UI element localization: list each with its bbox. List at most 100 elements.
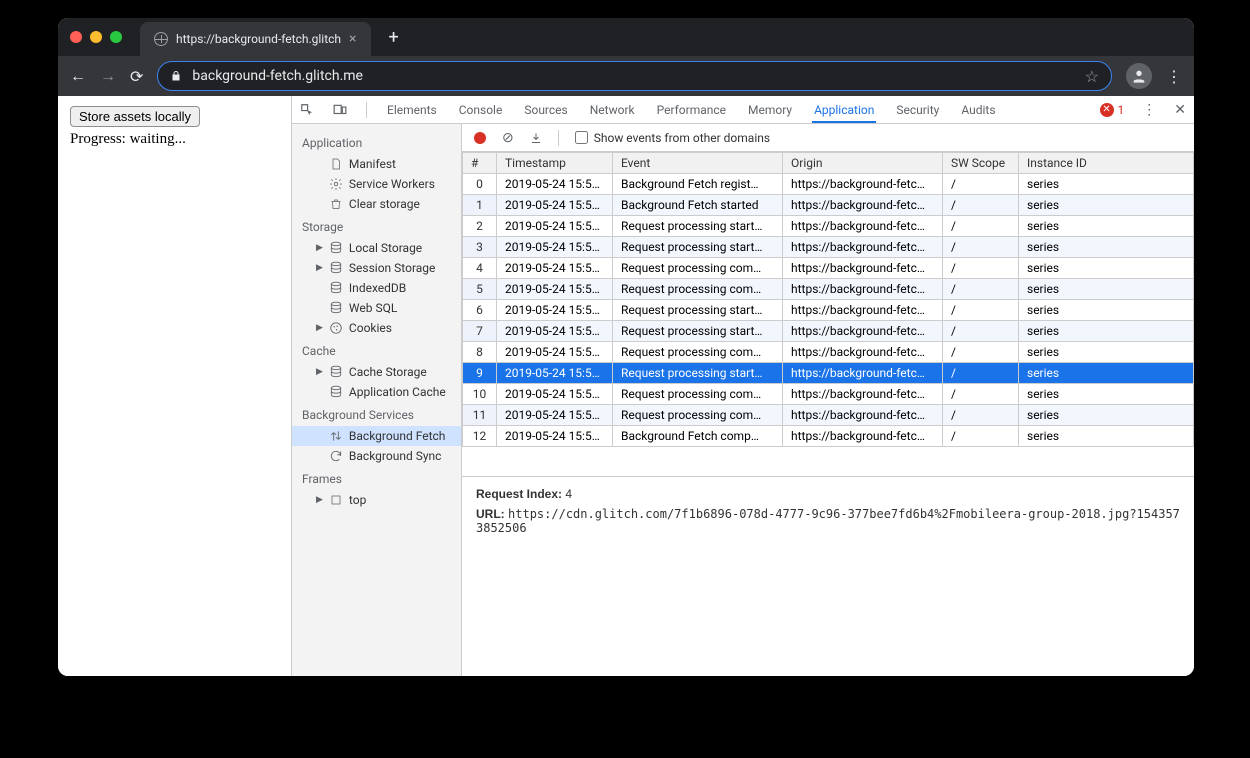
sidebar-item-top[interactable]: ▶top bbox=[292, 490, 461, 510]
url-label: URL: bbox=[476, 507, 505, 521]
devtools-tab-network[interactable]: Network bbox=[588, 97, 637, 123]
col-timestamp[interactable]: Timestamp bbox=[497, 153, 613, 174]
chevron-right-icon: ▶ bbox=[316, 495, 323, 505]
event-row[interactable]: 32019-05-24 15:5…Request processing star… bbox=[463, 237, 1194, 258]
error-badge[interactable]: ✕ 1 bbox=[1100, 103, 1125, 117]
error-icon: ✕ bbox=[1100, 103, 1114, 117]
globe-icon bbox=[154, 32, 168, 46]
sidebar-item-indexeddb[interactable]: ▶IndexedDB bbox=[292, 278, 461, 298]
forward-button[interactable]: → bbox=[100, 66, 116, 86]
db-icon bbox=[329, 365, 343, 379]
url-value: https://cdn.glitch.com/7f1b6896-078d-477… bbox=[476, 507, 1180, 535]
event-row[interactable]: 72019-05-24 15:5…Request processing star… bbox=[463, 321, 1194, 342]
devtools-tab-sources[interactable]: Sources bbox=[522, 97, 569, 123]
browser-tab[interactable]: https://background-fetch.glitch × bbox=[140, 22, 371, 56]
clear-button[interactable]: ⊘ bbox=[502, 130, 514, 146]
event-row[interactable]: 112019-05-24 15:5…Request processing com… bbox=[463, 405, 1194, 426]
frame-icon bbox=[329, 493, 343, 507]
sidebar-item-web-sql[interactable]: ▶Web SQL bbox=[292, 298, 461, 318]
sidebar-item-background-fetch[interactable]: ▶Background Fetch bbox=[292, 426, 461, 446]
record-button[interactable] bbox=[474, 132, 486, 144]
progress-text: Progress: waiting... bbox=[70, 131, 279, 148]
event-row[interactable]: 92019-05-24 15:5…Request processing star… bbox=[463, 363, 1194, 384]
event-row[interactable]: 02019-05-24 15:5…Background Fetch regist… bbox=[463, 174, 1194, 195]
store-assets-button[interactable]: Store assets locally bbox=[70, 106, 200, 127]
minimize-window-button[interactable] bbox=[90, 31, 102, 43]
bookmark-star-icon[interactable]: ☆ bbox=[1085, 67, 1099, 86]
event-row[interactable]: 122019-05-24 15:5…Background Fetch comp…… bbox=[463, 426, 1194, 447]
window-titlebar: https://background-fetch.glitch × + bbox=[58, 18, 1194, 56]
new-tab-button[interactable]: + bbox=[379, 27, 409, 48]
sidebar-item-background-sync[interactable]: ▶Background Sync bbox=[292, 446, 461, 466]
sidebar-item-local-storage[interactable]: ▶Local Storage bbox=[292, 238, 461, 258]
back-button[interactable]: ← bbox=[70, 66, 86, 86]
devtools-body: Application▶Manifest▶Service Workers▶Cle… bbox=[292, 124, 1194, 676]
sidebar-item-manifest[interactable]: ▶Manifest bbox=[292, 154, 461, 174]
gear-icon bbox=[329, 177, 343, 191]
db-icon bbox=[329, 385, 343, 399]
request-index-value: 4 bbox=[565, 487, 572, 501]
col-event[interactable]: Event bbox=[613, 153, 783, 174]
reload-button[interactable]: ⟳ bbox=[130, 67, 143, 86]
col--[interactable]: # bbox=[463, 153, 497, 174]
cookie-icon bbox=[329, 321, 343, 335]
col-sw-scope[interactable]: SW Scope bbox=[943, 153, 1019, 174]
device-toolbar-icon[interactable] bbox=[332, 103, 348, 117]
devtools-close-icon[interactable]: ✕ bbox=[1174, 102, 1186, 118]
browser-menu-icon[interactable]: ⋮ bbox=[1166, 67, 1182, 86]
close-window-button[interactable] bbox=[70, 31, 82, 43]
page-viewport: Store assets locally Progress: waiting..… bbox=[58, 96, 292, 676]
events-table: #TimestampEventOriginSW ScopeInstance ID… bbox=[462, 152, 1194, 447]
devtools-tab-performance[interactable]: Performance bbox=[655, 97, 728, 123]
event-row[interactable]: 42019-05-24 15:5…Request processing com…… bbox=[463, 258, 1194, 279]
devtools-panel: Elements Console Sources Network Performance… bbox=[292, 96, 1194, 676]
file-icon bbox=[329, 157, 343, 171]
db-icon bbox=[329, 281, 343, 295]
sidebar-item-clear-storage[interactable]: ▶Clear storage bbox=[292, 194, 461, 214]
event-row[interactable]: 22019-05-24 15:5…Request processing star… bbox=[463, 216, 1194, 237]
devtools-tabstrip: Elements Console Sources Network Performance… bbox=[292, 96, 1194, 124]
event-row[interactable]: 62019-05-24 15:5…Request processing star… bbox=[463, 300, 1194, 321]
lock-icon bbox=[170, 70, 182, 82]
save-button[interactable] bbox=[530, 132, 542, 144]
window-controls bbox=[70, 31, 122, 43]
profile-avatar[interactable] bbox=[1126, 63, 1152, 89]
sidebar-item-cache-storage[interactable]: ▶Cache Storage bbox=[292, 362, 461, 382]
toolbar-row: ← → ⟳ background-fetch.glitch.me ☆ ⋮ bbox=[58, 56, 1194, 96]
chevron-right-icon: ▶ bbox=[316, 323, 323, 333]
close-tab-icon[interactable]: × bbox=[349, 31, 356, 47]
updown-icon bbox=[329, 429, 343, 443]
col-instance-id[interactable]: Instance ID bbox=[1019, 153, 1194, 174]
sidebar-section-frames: Frames bbox=[292, 466, 461, 490]
maximize-window-button[interactable] bbox=[110, 31, 122, 43]
event-row[interactable]: 82019-05-24 15:5…Request processing com…… bbox=[463, 342, 1194, 363]
event-row[interactable]: 52019-05-24 15:5…Request processing com…… bbox=[463, 279, 1194, 300]
devtools-tab-memory[interactable]: Memory bbox=[746, 97, 794, 123]
sidebar-section-background-services: Background Services bbox=[292, 402, 461, 426]
sidebar-item-cookies[interactable]: ▶Cookies bbox=[292, 318, 461, 338]
sidebar-item-session-storage[interactable]: ▶Session Storage bbox=[292, 258, 461, 278]
col-origin[interactable]: Origin bbox=[783, 153, 943, 174]
devtools-tab-console[interactable]: Console bbox=[457, 97, 505, 123]
db-icon bbox=[329, 241, 343, 255]
event-row[interactable]: 102019-05-24 15:5…Request processing com… bbox=[463, 384, 1194, 405]
sidebar-section-storage: Storage bbox=[292, 214, 461, 238]
inspect-element-icon[interactable] bbox=[300, 103, 314, 117]
error-count: 1 bbox=[1118, 103, 1125, 117]
sidebar-item-application-cache[interactable]: ▶Application Cache bbox=[292, 382, 461, 402]
devtools-tab-audits[interactable]: Audits bbox=[959, 97, 997, 123]
devtools-tab-security[interactable]: Security bbox=[894, 97, 941, 123]
devtools-menu-icon[interactable]: ⋮ bbox=[1142, 102, 1156, 118]
events-table-wrap[interactable]: #TimestampEventOriginSW ScopeInstance ID… bbox=[462, 152, 1194, 476]
chevron-right-icon: ▶ bbox=[316, 367, 323, 377]
chevron-right-icon: ▶ bbox=[316, 243, 323, 253]
address-bar[interactable]: background-fetch.glitch.me ☆ bbox=[157, 61, 1112, 91]
show-other-domains-checkbox[interactable]: Show events from other domains bbox=[575, 131, 770, 145]
application-main: ⊘ Show events from other domains bbox=[462, 124, 1194, 676]
sidebar-item-service-workers[interactable]: ▶Service Workers bbox=[292, 174, 461, 194]
request-index-label: Request Index: bbox=[476, 487, 562, 501]
devtools-tab-elements[interactable]: Elements bbox=[385, 97, 439, 123]
devtools-tab-application[interactable]: Application bbox=[812, 97, 876, 123]
event-row[interactable]: 12019-05-24 15:5…Background Fetch starte… bbox=[463, 195, 1194, 216]
event-detail-pane: Request Index: 4 URL: https://cdn.glitch… bbox=[462, 476, 1194, 545]
